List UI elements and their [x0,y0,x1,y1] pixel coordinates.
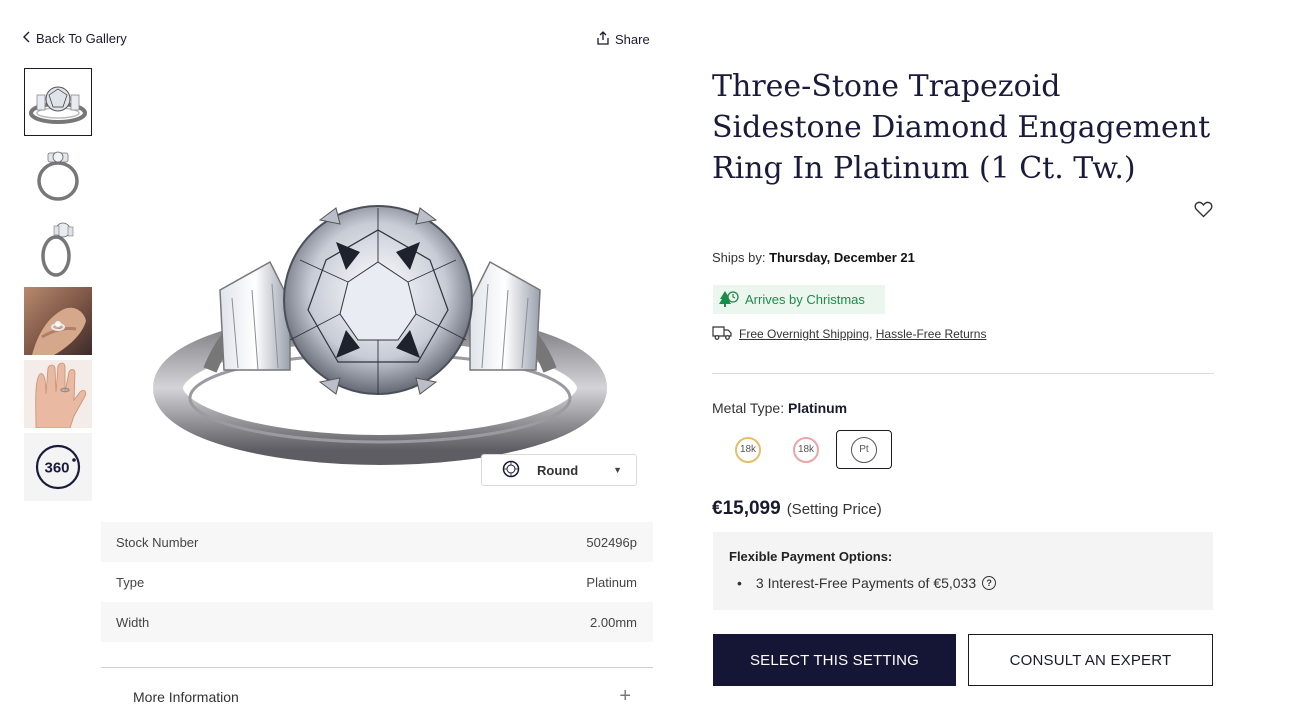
360-icon: 360 [35,444,81,490]
thumbnail-hand-photo[interactable] [24,360,92,428]
thumbnail-ring-angle[interactable] [24,214,92,282]
spec-table: Stock Number 502496p Type Platinum Width… [101,522,653,642]
shape-selector-label: Round [537,462,579,478]
metal-chip-platinum: Pt [851,436,877,463]
metal-options: 18k 18k Pt [720,430,892,469]
christmas-badge-label: Arrives by Christmas [745,292,865,307]
round-diamond-icon [502,460,520,481]
metal-option-18k-yellow[interactable]: 18k [720,430,776,469]
shipping-info: Free Overnight Shipping, Hassle-Free Ret… [712,325,986,343]
more-information-accordion[interactable]: More Information + [101,667,653,704]
spec-label: Stock Number [116,534,199,550]
metal-type-value: Platinum [788,400,848,416]
metal-chip-18k-yellow: 18k [735,436,761,463]
metal-chip-18k-rose: 18k [793,436,819,463]
truck-icon [712,325,733,343]
spec-label: Width [116,614,150,630]
plus-icon: + [619,685,631,704]
ships-by-date: Thursday, December 21 [769,250,915,265]
returns-link[interactable]: Hassle-Free Returns [876,327,987,341]
consult-expert-button[interactable]: CONSULT AN EXPERT [968,634,1213,686]
payment-option-text: 3 Interest-Free Payments of €5,033 [755,575,977,591]
360-label: 360 [44,460,69,477]
ships-by-label: Ships by: [712,250,766,265]
share-icon [596,31,610,48]
spec-value: 502496p [586,534,637,550]
metal-type-label: Metal Type: Platinum [712,400,847,416]
caret-down-icon: ▼ [613,465,622,475]
shipping-separator: , [869,327,873,341]
heart-icon [1194,201,1213,218]
wishlist-button[interactable] [1194,201,1213,223]
metal-option-18k-rose[interactable]: 18k [778,430,834,469]
spec-row-width: Width 2.00mm [101,602,653,642]
metal-type-prefix: Metal Type: [712,400,785,416]
shape-selector-dropdown[interactable]: Round ▼ [481,454,637,486]
thumbnail-ring-side[interactable] [24,141,92,209]
back-to-gallery-link[interactable]: Back To Gallery [22,31,127,46]
free-shipping-link[interactable]: Free Overnight Shipping [739,327,869,341]
thumbnail-list: 360 [24,68,92,506]
spec-label: Type [116,574,145,590]
payment-option-item: 3 Interest-Free Payments of €5,033 ? [753,575,1197,591]
share-label: Share [615,32,650,47]
thumbnail-on-hand-photo[interactable] [24,287,92,355]
select-setting-button[interactable]: SELECT THIS SETTING [713,634,956,686]
christmas-badge: Arrives by Christmas [713,285,885,314]
more-information-label: More Information [133,688,239,704]
price-display: €15,099 (Setting Price) [712,498,882,520]
back-label: Back To Gallery [36,31,127,46]
spec-row-stock-number: Stock Number 502496p [101,522,653,562]
share-button[interactable]: Share [596,31,650,48]
product-title: Three-Stone Trapezoid Sidestone Diamond … [712,69,1211,186]
price-amount: €15,099 [712,498,781,519]
thumbnail-ring-front[interactable] [24,68,92,136]
price-note: (Setting Price) [786,501,882,518]
chevron-left-icon [22,31,32,46]
payment-options-box: Flexible Payment Options: 3 Interest-Fre… [713,532,1213,610]
thumbnail-360-view[interactable]: 360 [24,433,92,501]
ships-by-text: Ships by: Thursday, December 21 [712,250,915,265]
payment-heading: Flexible Payment Options: [729,549,893,564]
spec-value: Platinum [586,574,637,590]
main-ring-image [140,190,620,480]
spec-row-type: Type Platinum [101,562,653,602]
help-icon[interactable]: ? [982,576,997,590]
metal-option-platinum[interactable]: Pt [836,430,892,469]
section-divider [712,373,1214,374]
spec-value: 2.00mm [590,614,637,630]
christmas-tree-clock-icon [719,289,739,310]
